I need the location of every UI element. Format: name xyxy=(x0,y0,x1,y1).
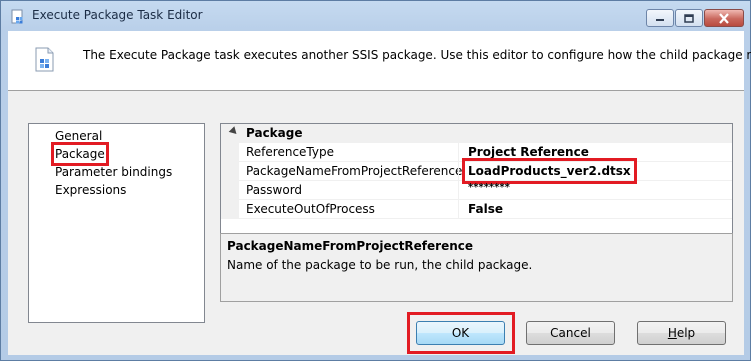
expand-collapse-icon[interactable] xyxy=(228,126,240,137)
property-row-password[interactable]: Password ******** xyxy=(221,181,732,200)
column-divider xyxy=(458,143,459,162)
package-task-icon xyxy=(35,47,54,72)
close-icon xyxy=(719,12,729,24)
dialog-client-area: The Execute Package task executes anothe… xyxy=(8,31,751,355)
category-row-package[interactable]: Package xyxy=(221,124,732,143)
property-name: PackageNameFromProjectReference xyxy=(246,164,463,178)
maximize-button[interactable] xyxy=(675,9,703,27)
nav-item-expressions[interactable]: Expressions xyxy=(55,182,126,198)
property-value-password[interactable]: ******** xyxy=(468,182,510,193)
property-row-package-name[interactable]: PackageNameFromProjectReference LoadProd… xyxy=(221,158,732,184)
nav-item-parameter-bindings[interactable]: Parameter bindings xyxy=(55,164,172,180)
help-button[interactable]: Help xyxy=(637,321,726,345)
cancel-button[interactable]: Cancel xyxy=(526,321,615,345)
row-gutter xyxy=(221,162,239,181)
window-title: Execute Package Task Editor xyxy=(32,8,203,22)
column-divider xyxy=(458,200,459,219)
execute-package-task-editor-window: Execute Package Task Editor The Execute … xyxy=(0,0,751,361)
close-button[interactable] xyxy=(704,9,744,27)
property-row-reference-type[interactable]: ReferenceType Project Reference xyxy=(221,143,732,162)
category-label: Package xyxy=(246,126,303,140)
property-name: ReferenceType xyxy=(246,145,334,159)
property-description-pane: PackageNameFromProjectReference Name of … xyxy=(220,233,733,302)
description-title: PackageNameFromProjectReference xyxy=(227,239,474,253)
header-description: The Execute Package task executes anothe… xyxy=(83,48,751,62)
package-task-icon xyxy=(11,9,23,24)
column-divider xyxy=(458,162,459,181)
description-text: Name of the package to be run, the child… xyxy=(227,258,533,272)
nav-item-general[interactable]: General xyxy=(55,128,102,144)
help-accelerator: H xyxy=(667,326,677,340)
property-value[interactable]: Project Reference xyxy=(468,145,589,159)
minimize-button[interactable] xyxy=(646,9,674,27)
row-gutter xyxy=(221,181,239,200)
maximize-icon xyxy=(684,13,694,23)
column-divider xyxy=(458,181,459,200)
property-name: Password xyxy=(246,183,303,197)
row-gutter xyxy=(221,143,239,162)
nav-item-package[interactable]: Package xyxy=(51,142,109,166)
property-name: ExecuteOutOfProcess xyxy=(246,202,375,216)
property-value[interactable]: False xyxy=(468,202,503,216)
page-navigation-list[interactable]: General Package Parameter bindings Expre… xyxy=(28,123,205,323)
row-gutter xyxy=(221,200,239,219)
title-bar[interactable]: Execute Package Task Editor xyxy=(1,1,750,31)
property-value-package-name[interactable]: LoadProducts_ver2.dtsx xyxy=(462,158,637,184)
help-label-rest: elp xyxy=(676,326,696,340)
ok-button[interactable]: OK xyxy=(416,321,505,345)
property-row-execute-out-of-process[interactable]: ExecuteOutOfProcess False xyxy=(221,200,732,219)
minimize-icon xyxy=(656,19,664,21)
header-band: The Execute Package task executes anothe… xyxy=(8,31,751,91)
